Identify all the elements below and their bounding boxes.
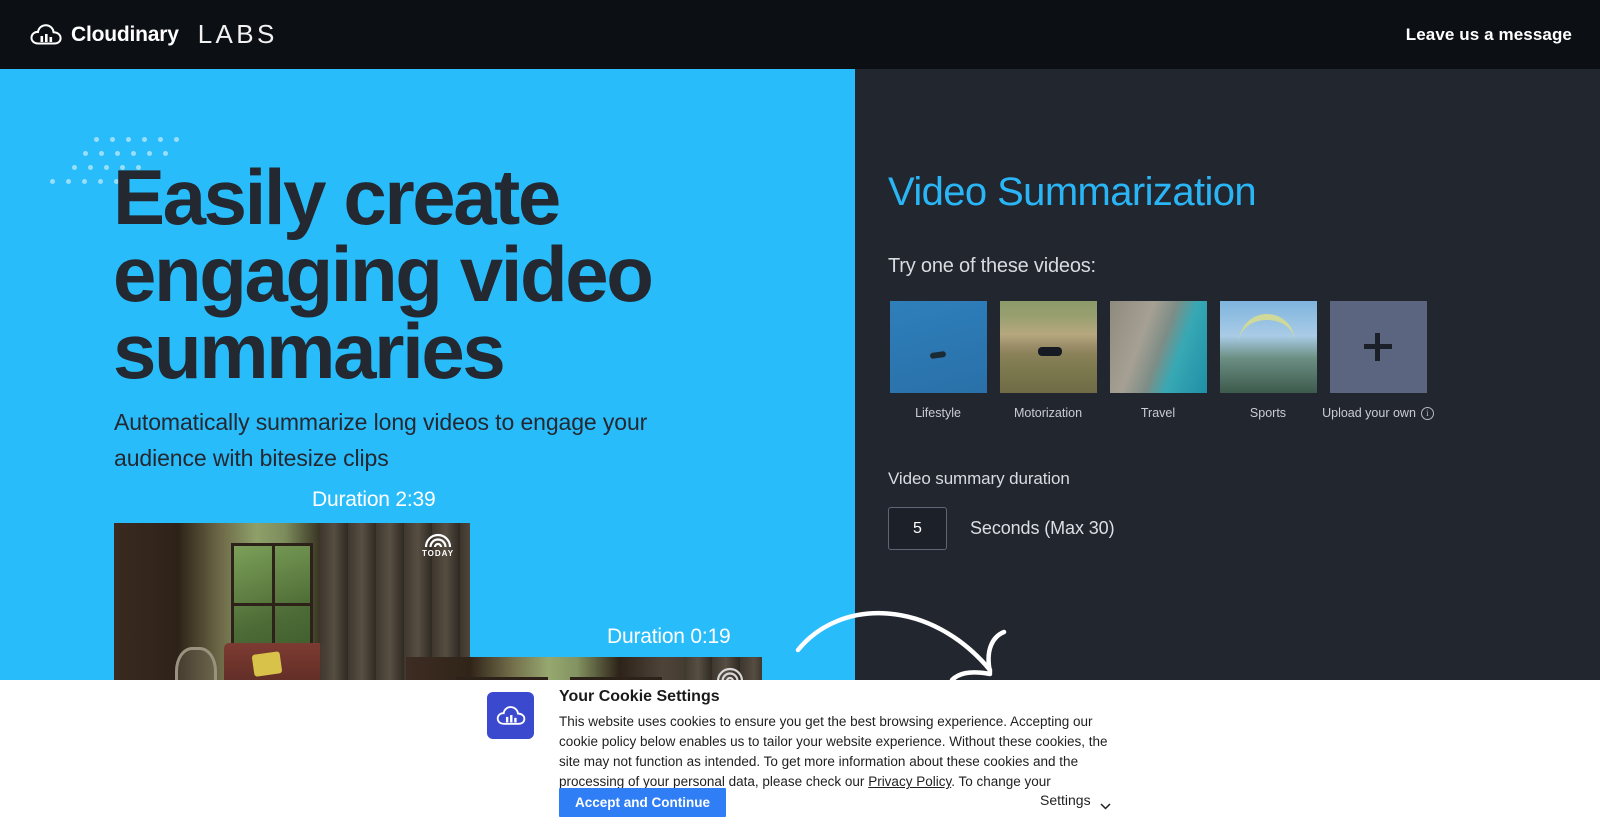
thumbnail-travel[interactable]: Travel: [1108, 301, 1208, 420]
hero-subtitle: Automatically summarize long videos to e…: [114, 409, 648, 471]
today-watermark: TODAY: [418, 531, 458, 561]
top-navigation-bar: Cloudinary LABS Leave us a message: [0, 0, 1600, 69]
today-watermark-label: TODAY: [421, 549, 455, 558]
privacy-policy-link[interactable]: Privacy Policy: [868, 774, 951, 789]
brand-labs-label: LABS: [197, 19, 278, 49]
thumbnail-image-travel[interactable]: [1109, 301, 1207, 393]
thumbnail-label: Motorization: [1013, 406, 1083, 420]
thumbnail-image-sports[interactable]: [1219, 301, 1317, 393]
sample-video-thumbnails: Lifestyle Motorization Travel Sports Upl…: [888, 301, 1434, 420]
thumbnail-label: Travel: [1140, 406, 1176, 420]
thumbnail-sports[interactable]: Sports: [1218, 301, 1318, 420]
upload-your-own-label: Upload your own: [1322, 406, 1416, 420]
plus-icon: [1364, 333, 1392, 361]
cookie-consent-banner: Your Cookie Settings This website uses c…: [0, 680, 1600, 840]
duration-input-row: Seconds (Max 30): [888, 507, 1115, 550]
curved-arrow-icon: [780, 588, 1020, 688]
video-summary-duration-label: Video summary duration: [888, 469, 1070, 488]
try-videos-label: Try one of these videos:: [888, 255, 1096, 277]
upload-your-own-cell[interactable]: Upload your own i: [1322, 301, 1434, 420]
thumbnail-label: Lifestyle: [915, 406, 961, 420]
thumbnail-lifestyle[interactable]: Lifestyle: [888, 301, 988, 420]
original-duration-label: Duration 2:39: [312, 488, 436, 511]
upload-your-own-button[interactable]: [1329, 301, 1427, 393]
hero-title: Easily create engaging video summaries: [113, 153, 654, 396]
brand-name-label: Cloudinary: [71, 22, 179, 46]
duration-units-label: Seconds (Max 30): [970, 518, 1115, 538]
brand-logo[interactable]: Cloudinary LABS: [30, 19, 278, 50]
app-root: Cloudinary LABS Leave us a message Easil…: [0, 0, 1600, 840]
cloudinary-cloud-icon: [30, 23, 62, 47]
cookie-banner-title: Your Cookie Settings: [559, 688, 720, 705]
leave-us-a-message-link[interactable]: Leave us a message: [1406, 25, 1572, 45]
thumbnail-label: Sports: [1249, 406, 1287, 420]
info-icon[interactable]: i: [1420, 406, 1434, 420]
upload-label-row: Upload your own i: [1322, 406, 1434, 420]
duration-seconds-input[interactable]: [888, 507, 947, 550]
thumbnail-motorization[interactable]: Motorization: [998, 301, 1098, 420]
accept-and-continue-button[interactable]: Accept and Continue: [559, 788, 727, 817]
cookie-settings-toggle[interactable]: Settings: [1040, 792, 1111, 810]
chevron-down-icon: [1100, 797, 1111, 810]
cloudinary-cloud-icon: [487, 692, 534, 739]
panel-title: Video Summarization: [888, 170, 1257, 214]
thumbnail-image-lifestyle[interactable]: [889, 301, 987, 393]
original-video-duration: Duration 2:39: [312, 488, 522, 519]
thumbnail-image-motorization[interactable]: [999, 301, 1097, 393]
cookie-settings-label: Settings: [1040, 792, 1091, 808]
